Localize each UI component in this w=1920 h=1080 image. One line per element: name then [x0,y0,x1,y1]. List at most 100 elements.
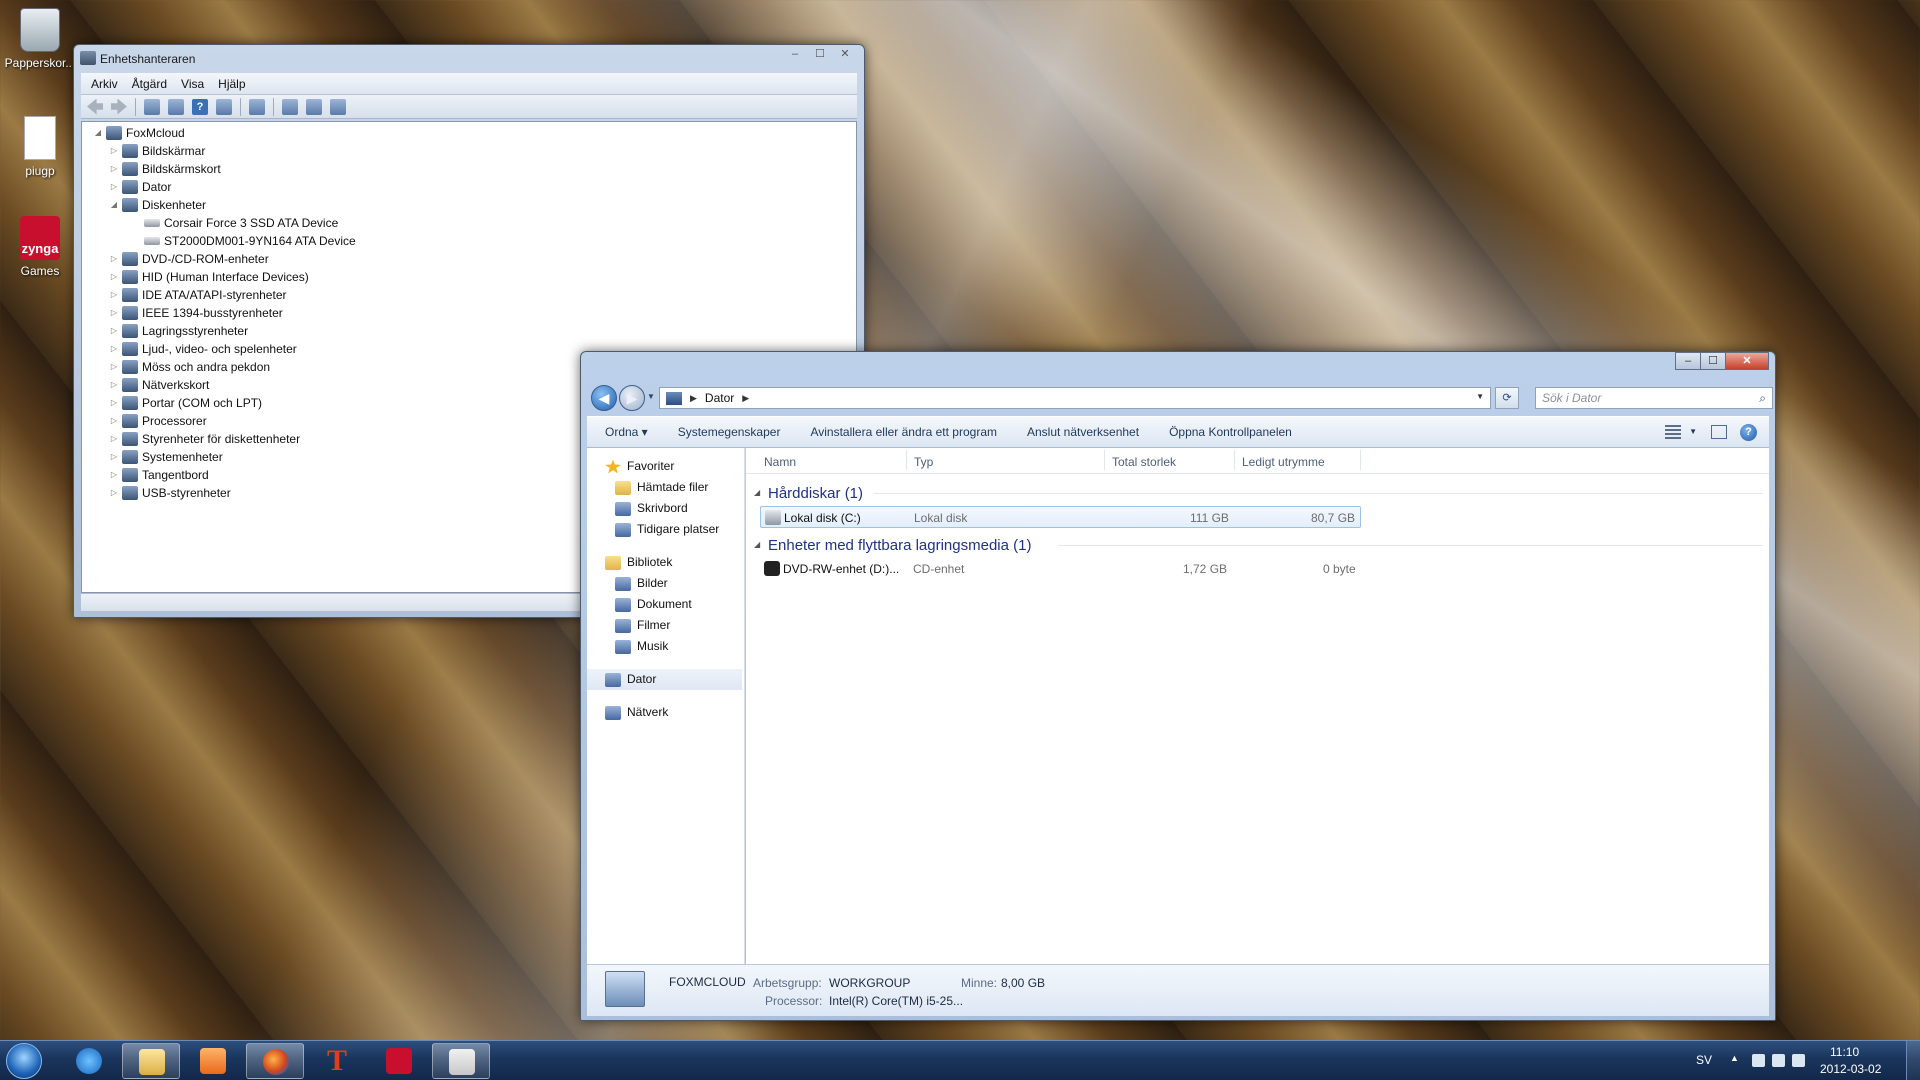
title-bar[interactable]: Enhetshanteraren ‒ ☐ ✕ [74,45,864,73]
recent-pages-dropdown-icon[interactable]: ▼ [647,392,655,401]
taskbar-firefox[interactable] [246,1043,304,1079]
uninstall-program-button[interactable]: Avinstallera eller ändra ett program [810,425,997,439]
tree-device[interactable]: Corsair Force 3 SSD ATA Device [92,214,856,232]
update-driver-icon[interactable] [282,98,298,115]
nav-music[interactable]: Musik [587,636,744,657]
nav-pictures[interactable]: Bilder [587,573,744,594]
menu-atgard[interactable]: Åtgärd [132,77,167,91]
show-desktop-button[interactable] [1906,1041,1920,1080]
view-icon[interactable] [216,98,232,115]
drive-row-d[interactable]: DVD-RW-enhet (D:)... CD-enhet 1,72 GB 0 … [760,558,1361,580]
help-icon[interactable]: ? [192,98,208,115]
desktop-icon-games[interactable]: zynga Games [0,216,80,278]
menu-arkiv[interactable]: Arkiv [91,77,118,91]
back-arrow-icon[interactable] [87,98,103,115]
tree-root[interactable]: ◢ FoxMcloud [92,124,856,142]
expand-icon[interactable]: ▷ [108,484,120,502]
collapse-icon[interactable]: ◢ [754,488,760,497]
scan-hardware-icon[interactable] [249,98,265,115]
expand-icon[interactable]: ▷ [108,268,120,286]
expand-icon[interactable]: ▷ [108,340,120,358]
tree-category[interactable]: ▷ HID (Human Interface Devices) [92,268,856,286]
language-indicator[interactable]: SV [1696,1053,1712,1067]
expand-icon[interactable]: ▷ [108,430,120,448]
taskbar-zynga[interactable] [370,1043,428,1079]
minimize-button[interactable]: ‒ [782,45,808,63]
expand-icon[interactable]: ▷ [108,448,120,466]
column-name[interactable]: Namn [764,455,796,469]
nav-libraries[interactable]: Bibliotek [587,552,744,573]
expand-icon[interactable]: ▷ [108,394,120,412]
column-total-size[interactable]: Total storlek [1112,455,1176,469]
title-bar[interactable]: ‒ ☐ ✕ [581,352,1775,380]
tree-category[interactable]: ▷ Bildskärmar [92,142,856,160]
tree-category[interactable]: ▷ DVD-/CD-ROM-enheter [92,250,856,268]
uninstall-icon[interactable] [306,98,322,115]
maximize-button[interactable]: ☐ [807,45,833,63]
menu-visa[interactable]: Visa [181,77,204,91]
taskbar-device-manager[interactable] [432,1043,490,1079]
nav-favorites[interactable]: Favoriter [587,456,744,477]
change-view-icon[interactable] [1665,425,1681,439]
expand-icon[interactable]: ▷ [108,322,120,340]
breadcrumb-chevron-icon[interactable]: ▶ [690,393,697,404]
breadcrumb-dator[interactable]: Dator [705,391,734,405]
tree-category[interactable]: ▷ IEEE 1394-busstyrenheter [92,304,856,322]
expand-icon[interactable]: ▷ [108,286,120,304]
collapse-icon[interactable]: ◢ [108,196,120,214]
column-type[interactable]: Typ [914,455,933,469]
show-hide-tree-icon[interactable] [144,98,160,115]
properties-icon[interactable] [168,98,184,115]
nav-computer[interactable]: Dator [587,669,742,690]
preview-pane-icon[interactable] [1711,425,1727,439]
view-dropdown-icon[interactable]: ▼ [1689,427,1697,436]
expand-icon[interactable]: ▷ [108,160,120,178]
tree-category[interactable]: ▷ Bildskärmskort [92,160,856,178]
column-free-space[interactable]: Ledigt utrymme [1242,455,1325,469]
help-icon[interactable]: ? [1740,424,1757,441]
expand-icon[interactable]: ▷ [108,250,120,268]
nav-videos[interactable]: Filmer [587,615,744,636]
desktop-icon-recycle-bin[interactable]: Papperskor... [0,8,80,70]
expand-icon[interactable]: ▷ [108,412,120,430]
action-center-flag-icon[interactable] [1752,1054,1765,1067]
tree-category[interactable]: ▷ Lagringsstyrenheter [92,322,856,340]
start-button[interactable] [6,1043,42,1079]
search-icon[interactable]: ⌕ [1759,391,1766,406]
close-button[interactable]: ✕ [1725,352,1769,370]
expand-icon[interactable]: ▷ [108,178,120,196]
expand-icon[interactable]: ▷ [108,376,120,394]
organize-button[interactable]: Ordna ▾ [605,425,648,439]
collapse-icon[interactable]: ◢ [92,124,104,142]
tree-device[interactable]: ST2000DM001-9YN164 ATA Device [92,232,856,250]
disable-icon[interactable] [330,98,346,115]
network-icon[interactable] [1772,1054,1785,1067]
collapse-icon[interactable]: ◢ [754,540,760,549]
group-header-removable[interactable]: ◢ Enheter med flyttbara lagringsmedia (1… [746,532,1769,558]
taskbar-internet-explorer[interactable] [60,1043,118,1079]
drive-row-c[interactable]: Lokal disk (C:) Lokal disk 111 GB 80,7 G… [760,506,1361,528]
address-dropdown-icon[interactable]: ▼ [1476,392,1484,401]
nav-recent-places[interactable]: Tidigare platser [587,519,744,540]
tree-category[interactable]: ▷ Dator [92,178,856,196]
nav-network[interactable]: Nätverk [587,702,744,723]
show-hidden-icons-icon[interactable]: ▲ [1730,1053,1739,1063]
forward-arrow-icon[interactable] [111,99,127,115]
nav-documents[interactable]: Dokument [587,594,744,615]
back-button[interactable]: ◀ [591,385,617,411]
expand-icon[interactable]: ▷ [108,466,120,484]
group-header-hard-disks[interactable]: ◢ Hårddiskar (1) [746,480,1769,506]
menu-hjalp[interactable]: Hjälp [218,77,245,91]
clock-time[interactable]: 11:10 [1830,1045,1859,1059]
tree-category[interactable]: ▷ IDE ATA/ATAPI-styrenheter [92,286,856,304]
forward-button[interactable]: ▶ [619,385,645,411]
desktop-icon-piugp[interactable]: piugp [0,116,80,178]
nav-downloads[interactable]: Hämtade filer [587,477,744,498]
clock-date[interactable]: 2012-03-02 [1820,1062,1881,1076]
nav-desktop[interactable]: Skrivbord [587,498,744,519]
map-network-drive-button[interactable]: Anslut nätverksenhet [1027,425,1139,439]
address-bar[interactable]: ▶ Dator ▶ ▼ [659,387,1491,409]
breadcrumb-chevron-icon[interactable]: ▶ [742,393,749,404]
expand-icon[interactable]: ▷ [108,142,120,160]
system-properties-button[interactable]: Systemegenskaper [678,425,781,439]
